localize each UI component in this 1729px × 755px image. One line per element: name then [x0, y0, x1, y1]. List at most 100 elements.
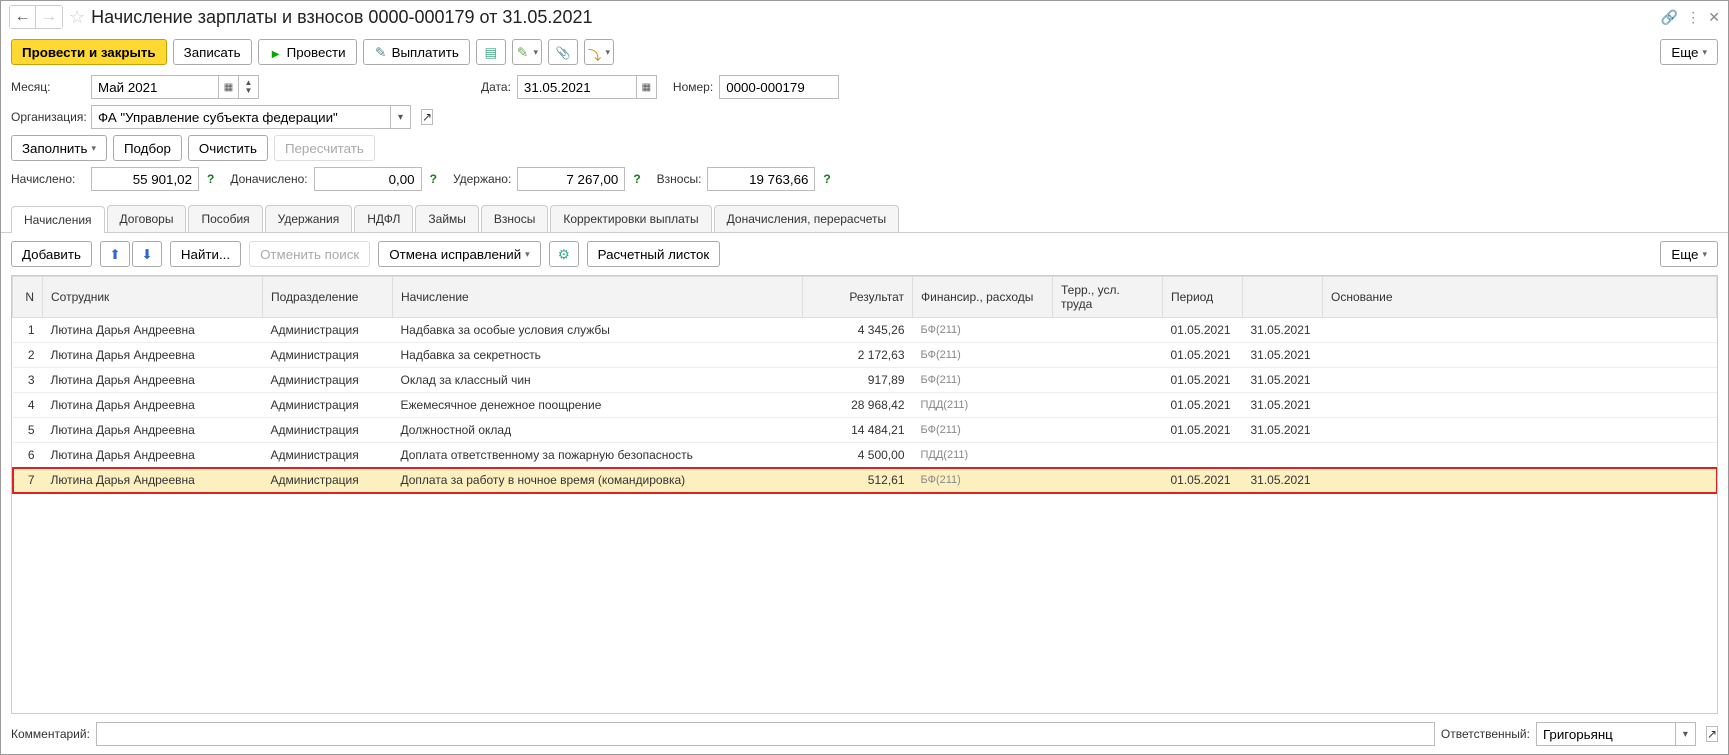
structure-dropdown-button[interactable] — [584, 39, 614, 65]
table-cell[interactable]: БФ(211) — [913, 343, 1053, 368]
table-cell[interactable]: Администрация — [263, 343, 393, 368]
responsible-input[interactable] — [1536, 722, 1676, 746]
table-cell[interactable]: 6 — [13, 443, 43, 468]
withheld-input[interactable] — [517, 167, 625, 191]
table-cell[interactable] — [1053, 443, 1163, 468]
table-cell[interactable]: 2 — [13, 343, 43, 368]
table-cell[interactable]: Лютина Дарья Андреевна — [43, 368, 263, 393]
tab-7[interactable]: Корректировки выплаты — [550, 205, 711, 232]
post-and-close-button[interactable]: Провести и закрыть — [11, 39, 167, 65]
nav-forward-button[interactable]: → — [36, 6, 62, 28]
table-cell[interactable]: 4 — [13, 393, 43, 418]
help-icon[interactable]: ? — [430, 172, 437, 186]
table-cell[interactable]: 4 345,26 — [803, 318, 913, 343]
col-header[interactable]: Терр., усл. труда — [1053, 277, 1163, 318]
table-cell[interactable]: Доплата ответственному за пожарную безоп… — [393, 443, 803, 468]
table-cell[interactable]: БФ(211) — [913, 418, 1053, 443]
table-cell[interactable] — [1053, 393, 1163, 418]
table-cell[interactable]: 31.05.2021 — [1243, 318, 1323, 343]
edit-dropdown-button[interactable] — [512, 39, 542, 65]
find-button[interactable]: Найти... — [170, 241, 241, 267]
table-cell[interactable] — [1323, 418, 1717, 443]
date-picker-icon[interactable]: ▦ — [637, 75, 657, 99]
tab-3[interactable]: Удержания — [265, 205, 353, 232]
table-cell[interactable] — [1323, 318, 1717, 343]
tab-8[interactable]: Доначисления, перерасчеты — [714, 205, 899, 232]
table-cell[interactable]: 01.05.2021 — [1163, 343, 1243, 368]
comment-input[interactable] — [96, 722, 1435, 746]
col-header[interactable]: Результат — [803, 277, 913, 318]
table-cell[interactable]: ПДД(211) — [913, 393, 1053, 418]
table-cell[interactable]: 3 — [13, 368, 43, 393]
col-header[interactable]: Основание — [1323, 277, 1717, 318]
pick-button[interactable]: Подбор — [113, 135, 182, 161]
table-cell[interactable]: Лютина Дарья Андреевна — [43, 418, 263, 443]
help-icon[interactable]: ? — [823, 172, 830, 186]
table-row[interactable]: 2Лютина Дарья АндреевнаАдминистрацияНадб… — [13, 343, 1717, 368]
org-dropdown-icon[interactable]: ▾ — [391, 105, 411, 129]
table-cell[interactable]: 01.05.2021 — [1163, 418, 1243, 443]
tab-2[interactable]: Пособия — [188, 205, 262, 232]
table-cell[interactable]: БФ(211) — [913, 368, 1053, 393]
table-row[interactable]: 3Лютина Дарья АндреевнаАдминистрацияОкла… — [13, 368, 1717, 393]
col-header[interactable] — [1243, 277, 1323, 318]
table-cell[interactable]: БФ(211) — [913, 468, 1053, 493]
link-icon[interactable]: 🔗 — [1661, 9, 1678, 26]
move-up-button[interactable] — [100, 241, 130, 267]
cancel-fix-button[interactable]: Отмена исправлений — [378, 241, 540, 267]
table-cell[interactable]: 01.05.2021 — [1163, 368, 1243, 393]
table-cell[interactable]: 01.05.2021 — [1163, 468, 1243, 493]
table-cell[interactable]: 31.05.2021 — [1243, 393, 1323, 418]
clear-button[interactable]: Очистить — [188, 135, 268, 161]
table-cell[interactable]: Лютина Дарья Андреевна — [43, 393, 263, 418]
add-row-button[interactable]: Добавить — [11, 241, 92, 267]
month-picker-icon[interactable]: ▦ — [219, 75, 239, 99]
favorite-star-icon[interactable]: ☆ — [69, 7, 85, 28]
table-cell[interactable] — [1053, 318, 1163, 343]
table-cell[interactable] — [1323, 368, 1717, 393]
col-header[interactable]: Период — [1163, 277, 1243, 318]
table-cell[interactable]: БФ(211) — [913, 318, 1053, 343]
table-cell[interactable]: ПДД(211) — [913, 443, 1053, 468]
table-cell[interactable]: 917,89 — [803, 368, 913, 393]
table-cell[interactable]: 31.05.2021 — [1243, 418, 1323, 443]
accruals-table[interactable]: NСотрудникПодразделениеНачислениеРезульт… — [12, 276, 1717, 493]
table-cell[interactable] — [1323, 468, 1717, 493]
tab-6[interactable]: Взносы — [481, 205, 548, 232]
org-input[interactable] — [91, 105, 391, 129]
tab-5[interactable]: Займы — [415, 205, 479, 232]
table-cell[interactable]: 01.05.2021 — [1163, 393, 1243, 418]
table-cell[interactable]: 31.05.2021 — [1243, 368, 1323, 393]
tab-0[interactable]: Начисления — [11, 206, 105, 233]
table-cell[interactable] — [1053, 343, 1163, 368]
table-cell[interactable] — [1323, 393, 1717, 418]
table-cell[interactable]: 01.05.2021 — [1163, 318, 1243, 343]
help-icon[interactable]: ? — [633, 172, 640, 186]
table-cell[interactable]: 2 172,63 — [803, 343, 913, 368]
table-row[interactable]: 1Лютина Дарья АндреевнаАдминистрацияНадб… — [13, 318, 1717, 343]
table-cell[interactable]: Ежемесячное денежное поощрение — [393, 393, 803, 418]
settings-button[interactable] — [549, 241, 579, 267]
table-cell[interactable] — [1053, 418, 1163, 443]
move-down-button[interactable] — [132, 241, 162, 267]
kebab-icon[interactable]: ⋮ — [1686, 9, 1700, 26]
table-cell[interactable] — [1053, 368, 1163, 393]
accrued-input[interactable] — [91, 167, 199, 191]
col-header[interactable]: Начисление — [393, 277, 803, 318]
col-header[interactable]: N — [13, 277, 43, 318]
table-cell[interactable]: Надбавка за секретность — [393, 343, 803, 368]
table-cell[interactable]: Доплата за работу в ночное время (команд… — [393, 468, 803, 493]
table-cell[interactable]: 1 — [13, 318, 43, 343]
report-button[interactable] — [476, 39, 506, 65]
more-button[interactable]: Еще — [1660, 39, 1718, 65]
number-input[interactable] — [719, 75, 839, 99]
table-cell[interactable]: 7 — [13, 468, 43, 493]
table-cell[interactable]: Оклад за классный чин — [393, 368, 803, 393]
table-cell[interactable]: Лютина Дарья Андреевна — [43, 468, 263, 493]
table-cell[interactable]: 4 500,00 — [803, 443, 913, 468]
tab-1[interactable]: Договоры — [107, 205, 187, 232]
table-cell[interactable]: 14 484,21 — [803, 418, 913, 443]
fill-button[interactable]: Заполнить — [11, 135, 107, 161]
table-cell[interactable]: 5 — [13, 418, 43, 443]
contrib-input[interactable] — [707, 167, 815, 191]
